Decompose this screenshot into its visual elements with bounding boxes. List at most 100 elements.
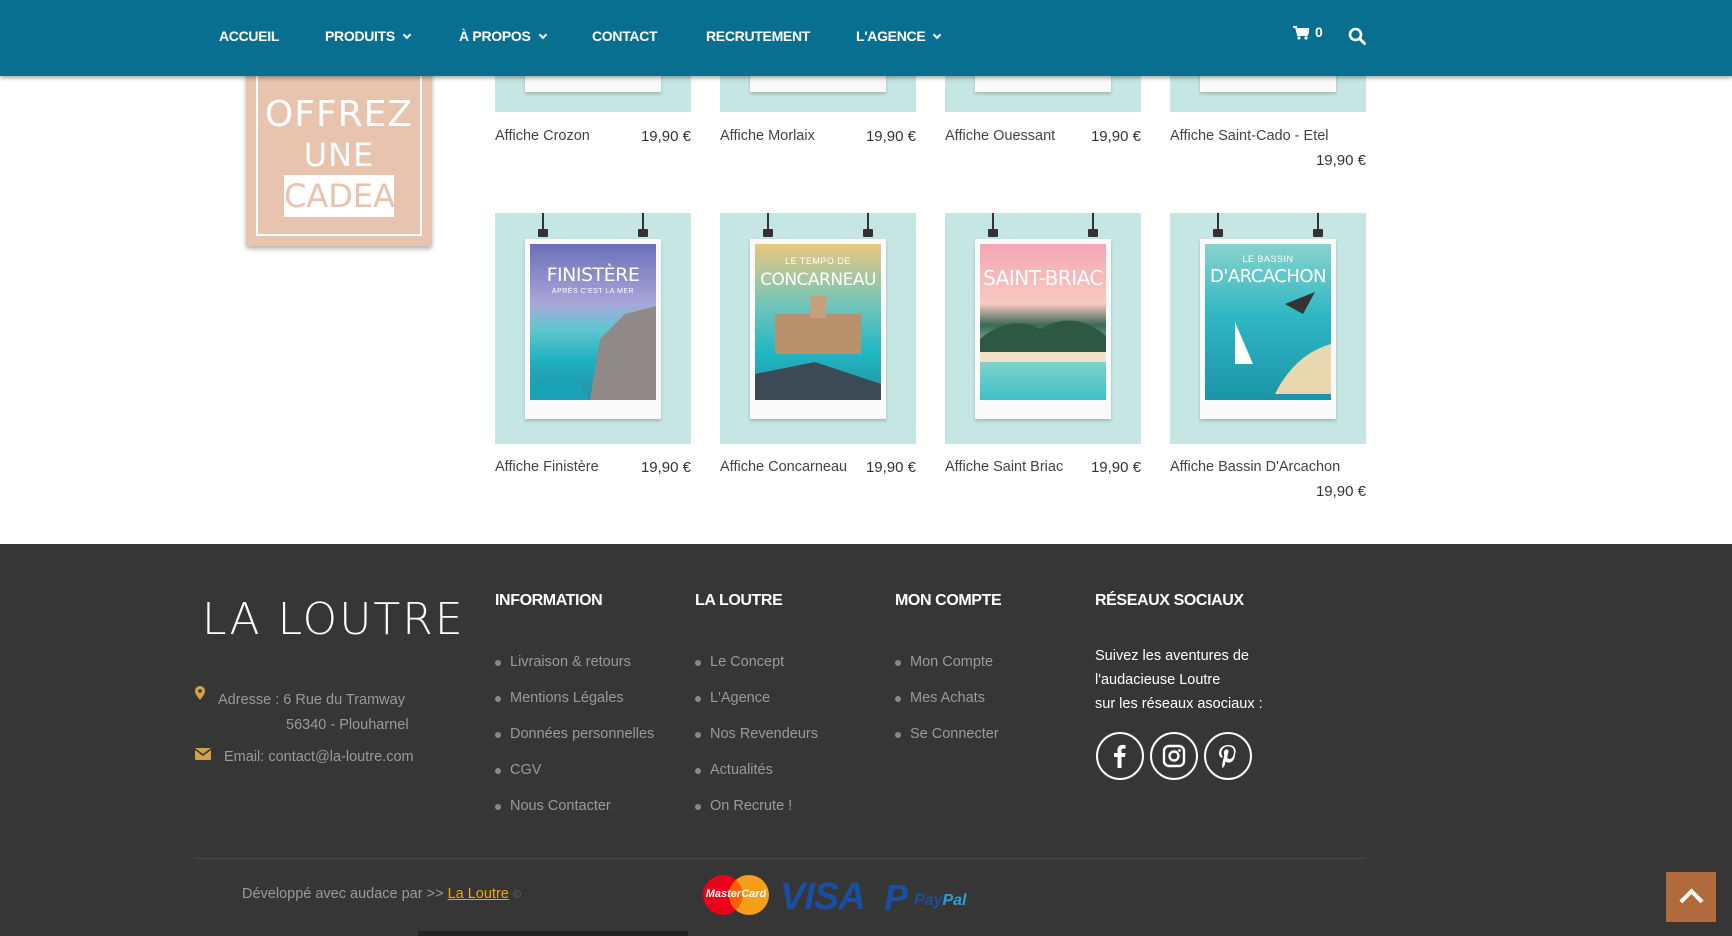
pinterest-button[interactable] <box>1204 732 1252 780</box>
product-image[interactable]: LE BASSIN D'ARCACHON <box>1170 213 1366 444</box>
back-to-top-button[interactable] <box>1666 872 1716 922</box>
product-name[interactable]: Affiche Ouessant <box>945 128 1055 144</box>
poster-clip <box>538 213 548 239</box>
credit-link[interactable]: La Loutre <box>448 886 509 902</box>
product-name[interactable]: Affiche Concarneau <box>720 459 847 475</box>
gift-card-frame: OFFREZ UNE CARTE CADEAU <box>256 70 422 236</box>
product-image[interactable]: SAINT-BRIAC <box>945 213 1141 444</box>
footer-link[interactable]: Mes Achats <box>895 690 1001 726</box>
instagram-icon <box>1162 744 1186 768</box>
poster-paper: LE TEMPO DE CONCARNEAU <box>750 239 886 419</box>
poster-paper: FINISTÈRE APRÈS C'EST LA MER <box>525 239 661 419</box>
poster-shore-shape <box>980 320 1106 362</box>
footer-email[interactable]: Email: contact@la-loutre.com <box>224 749 414 765</box>
paypal-icon: P <box>884 877 909 918</box>
poster-artwork: SAINT-BRIAC <box>980 244 1106 400</box>
footer-link[interactable]: Données personnelles <box>495 726 654 762</box>
poster-clip <box>988 213 998 239</box>
footer-column-title: RÉSEAUX SOCIAUX <box>1095 592 1244 609</box>
nav-produits-label: PRODUITS <box>325 28 395 44</box>
product-name[interactable]: Affiche Finistère <box>495 459 599 475</box>
poster-fortress-shape <box>755 296 881 400</box>
poster-clip <box>1213 213 1223 239</box>
gift-card-banner[interactable]: OFFREZ UNE CARTE CADEAU <box>246 60 432 246</box>
social-text-line: sur les réseaux asociaux : <box>1095 696 1263 712</box>
paypal-wordmark: PayPal <box>914 892 966 910</box>
nav-agence[interactable]: L'AGENCE <box>856 0 942 72</box>
poster-artwork: LE TEMPO DE CONCARNEAU <box>755 244 881 400</box>
product-image[interactable]: FINISTÈRE APRÈS C'EST LA MER <box>495 213 691 444</box>
product-name[interactable]: Affiche Bassin D'Arcachon <box>1170 459 1340 475</box>
footer-link[interactable]: Actualités <box>695 762 818 798</box>
footer-link[interactable]: L'Agence <box>695 690 818 726</box>
poster-paper: LE BASSIN D'ARCACHON <box>1200 239 1336 419</box>
footer-link[interactable]: Mon Compte <box>895 654 1001 690</box>
footer-column-title: INFORMATION <box>495 592 603 609</box>
nav-contact[interactable]: CONTACT <box>592 0 658 72</box>
copyright-icon: © <box>512 889 521 901</box>
poster-artwork: LE BASSIN D'ARCACHON <box>1205 244 1331 400</box>
footer-column-title: MON COMPTE <box>895 592 1002 609</box>
product-price: 19,90 € <box>1315 152 1366 169</box>
chevron-down-icon <box>538 30 547 40</box>
envelope-icon <box>195 748 211 760</box>
nav-accueil[interactable]: ACCUEIL <box>219 0 279 72</box>
nav-recrutement[interactable]: RECRUTEMENT <box>706 0 810 72</box>
nav-accueil-label: ACCUEIL <box>219 28 280 44</box>
address-line-2: 56340 - Plouharnel <box>286 717 409 733</box>
product-price: 19,90 € <box>1090 459 1141 476</box>
facebook-button[interactable] <box>1096 732 1144 780</box>
cart-button[interactable]: 0 <box>1293 24 1323 44</box>
footer-column-mon-compte: MON COMPTE Mon Compte Mes Achats Se Conn… <box>895 592 1002 762</box>
product-name[interactable]: Affiche Saint-Cado - Etel <box>1170 128 1329 144</box>
site-footer: LA LOUTRE Adresse : 6 Rue du Tramway 563… <box>0 544 1732 936</box>
nav-a-propos-label: À PROPOS <box>459 28 531 44</box>
poster-clip <box>763 213 773 239</box>
facebook-icon <box>1114 744 1126 768</box>
search-icon <box>1348 27 1366 45</box>
credit-prefix: Développé avec audace par >> <box>242 886 448 902</box>
nav-contact-label: CONTACT <box>592 28 658 44</box>
footer-divider <box>194 858 1366 859</box>
footer-column-la-loutre: LA LOUTRE Le Concept L'Agence Nos Revend… <box>695 592 818 834</box>
poster-clip <box>638 213 648 239</box>
footer-address: Adresse : 6 Rue du Tramway 56340 - Plouh… <box>218 688 409 738</box>
footer-link[interactable]: Le Concept <box>695 654 818 690</box>
product-price: 19,90 € <box>640 459 691 476</box>
product-image[interactable]: LE TEMPO DE CONCARNEAU <box>720 213 916 444</box>
product-price: 19,90 € <box>1315 483 1366 500</box>
footer-link[interactable]: Mentions Légales <box>495 690 654 726</box>
footer-logo[interactable]: LA LOUTRE <box>202 594 465 645</box>
address-line-1: Adresse : 6 Rue du Tramway <box>218 692 405 708</box>
footer-link[interactable]: CGV <box>495 762 654 798</box>
poster-clip <box>1088 213 1098 239</box>
poster-artwork: FINISTÈRE APRÈS C'EST LA MER <box>530 244 656 400</box>
instagram-button[interactable] <box>1150 732 1198 780</box>
product-price: 19,90 € <box>865 128 916 145</box>
nav-agence-label: L'AGENCE <box>856 28 926 44</box>
cart-icon <box>1293 26 1311 40</box>
product-name[interactable]: Affiche Saint Briac <box>945 459 1063 475</box>
footer-link[interactable]: On Recrute ! <box>695 798 818 834</box>
poster-paper: SAINT-BRIAC <box>975 239 1111 419</box>
product-name[interactable]: Affiche Morlaix <box>720 128 815 144</box>
search-button[interactable] <box>1348 27 1366 45</box>
poster-cliff-shape <box>530 306 656 400</box>
footer-column-information: INFORMATION Livraison & retours Mentions… <box>495 592 654 834</box>
footer-link[interactable]: Nos Revendeurs <box>695 726 818 762</box>
footer-link[interactable]: Nous Contacter <box>495 798 654 834</box>
footer-link[interactable]: Se Connecter <box>895 726 1001 762</box>
cart-count: 0 <box>1315 24 1323 40</box>
nav-a-propos[interactable]: À PROPOS <box>459 0 547 72</box>
gift-card-line3: CADEAU <box>284 175 419 217</box>
mastercard-logo: MasterCard <box>701 874 771 916</box>
poster-clip <box>863 213 873 239</box>
gift-card-line1: OFFREZ <box>264 94 414 135</box>
nav-produits[interactable]: PRODUITS <box>325 0 412 72</box>
chevron-down-icon <box>933 30 942 40</box>
product-name[interactable]: Affiche Crozon <box>495 128 590 144</box>
paypal-wordmark-pal: Pal <box>942 892 967 909</box>
footer-link[interactable]: Livraison & retours <box>495 654 654 690</box>
horizontal-scrollbar[interactable] <box>418 931 688 936</box>
pinterest-icon <box>1219 745 1236 768</box>
